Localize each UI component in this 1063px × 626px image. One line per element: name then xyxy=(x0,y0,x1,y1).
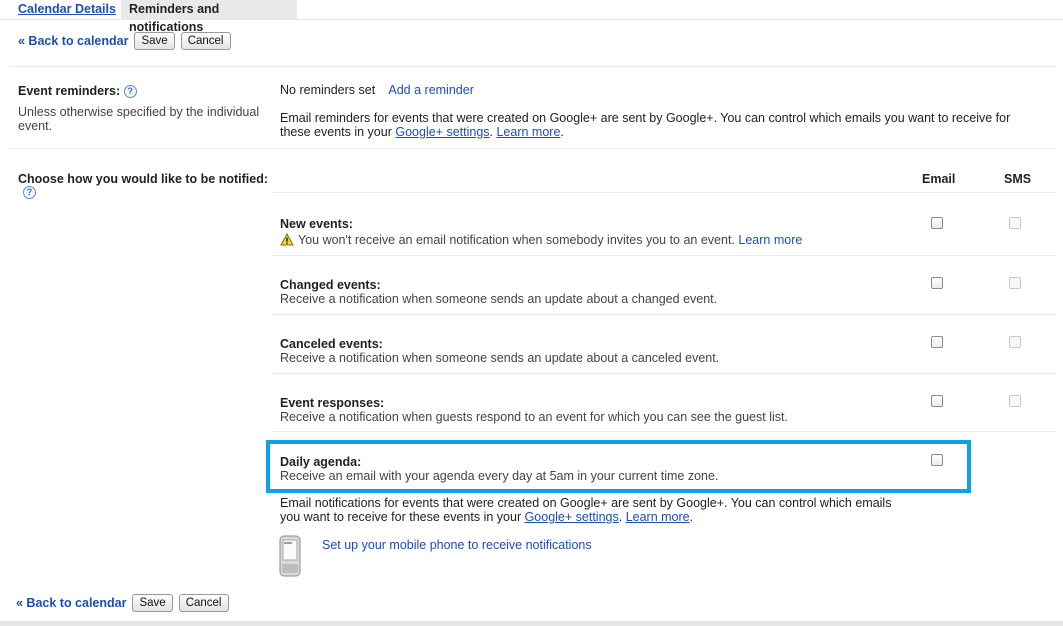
divider xyxy=(272,255,1056,256)
daily-agenda-title: Daily agenda: xyxy=(280,455,362,469)
learn-more-link[interactable]: Learn more xyxy=(626,510,690,524)
note-text: . xyxy=(560,125,564,139)
setup-mobile-link[interactable]: Set up your mobile phone to receive noti… xyxy=(322,538,592,552)
tab-bar: Calendar Details Reminders and notificat… xyxy=(0,0,1063,34)
event-responses-email-checkbox[interactable] xyxy=(931,395,943,407)
event-reminders-label: Event reminders: xyxy=(18,84,121,98)
notifications-googleplus-note: Email notifications for events that were… xyxy=(280,496,891,524)
note-text: Email reminders for events that were cre… xyxy=(280,111,1011,139)
new-events-sms-checkbox[interactable] xyxy=(1009,217,1021,229)
changed-events-description: Receive a notification when someone send… xyxy=(280,292,718,306)
note-line-2: you want to receive for these events in … xyxy=(280,510,694,524)
event-responses-title: Event responses: xyxy=(280,396,385,410)
email-column-header: Email xyxy=(922,172,956,186)
changed-events-title: Changed events: xyxy=(280,278,381,292)
description-text: You won't receive an email notification … xyxy=(298,233,735,247)
daily-agenda-highlight xyxy=(266,440,971,493)
warning-icon xyxy=(280,233,294,246)
event-reminders-label-group: Event reminders: ? xyxy=(18,84,137,99)
canceled-events-description: Receive a notification when someone send… xyxy=(280,351,720,365)
daily-agenda-email-checkbox[interactable] xyxy=(931,454,943,466)
divider xyxy=(10,66,1056,67)
note-text: you want to receive for these events in … xyxy=(280,510,525,524)
divider xyxy=(10,148,1056,149)
sms-column-header: SMS xyxy=(1004,172,1032,186)
new-events-title: New events: xyxy=(280,217,353,231)
mobile-phone-icon xyxy=(279,535,301,577)
tab-calendar-details[interactable]: Calendar Details xyxy=(18,0,116,20)
note-text: Email notifications for events that were… xyxy=(280,496,892,510)
save-button[interactable]: Save xyxy=(132,594,173,612)
tab-reminders-notifications[interactable]: Reminders and notifications xyxy=(121,0,297,34)
back-to-calendar-link[interactable]: « Back to calendar xyxy=(18,34,128,48)
event-responses-description: Receive a notification when guests respo… xyxy=(280,410,788,424)
canceled-events-sms-checkbox[interactable] xyxy=(1009,336,1021,348)
no-reminders-text: No reminders set xyxy=(280,83,376,97)
bottom-strip xyxy=(0,621,1063,626)
divider xyxy=(272,314,1056,315)
save-button[interactable]: Save xyxy=(134,32,175,50)
add-reminder-link[interactable]: Add a reminder xyxy=(388,83,473,97)
bottom-action-bar: « Back to calendar Save Cancel xyxy=(16,594,235,612)
divider xyxy=(272,192,1056,193)
help-icon[interactable]: ? xyxy=(23,186,36,199)
learn-more-link[interactable]: Learn more xyxy=(496,125,560,139)
back-to-calendar-link[interactable]: « Back to calendar xyxy=(16,596,126,610)
divider xyxy=(272,431,1056,432)
canceled-events-email-checkbox[interactable] xyxy=(931,336,943,348)
new-events-description: You won't receive an email notification … xyxy=(280,233,802,247)
googleplus-settings-link[interactable]: Google+ settings xyxy=(395,125,489,139)
reminders-status-row: No reminders set Add a reminder xyxy=(280,83,474,97)
help-icon[interactable]: ? xyxy=(123,85,137,99)
changed-events-email-checkbox[interactable] xyxy=(931,277,943,289)
cancel-button[interactable]: Cancel xyxy=(180,32,231,50)
learn-more-link[interactable]: Learn more xyxy=(738,233,802,247)
canceled-events-title: Canceled events: xyxy=(280,337,383,351)
changed-events-sms-checkbox[interactable] xyxy=(1009,277,1021,289)
top-action-bar: « Back to calendar Save Cancel xyxy=(18,32,237,50)
divider xyxy=(272,373,1056,374)
event-reminders-description: Unless otherwise specified by the indivi… xyxy=(18,105,260,133)
daily-agenda-description: Receive an email with your agenda every … xyxy=(280,469,719,483)
cancel-button[interactable]: Cancel xyxy=(178,594,229,612)
reminders-googleplus-note: Email reminders for events that were cre… xyxy=(280,111,1040,139)
notify-label: Choose how you would like to be notified… xyxy=(18,172,268,186)
googleplus-settings-link[interactable]: Google+ settings xyxy=(525,510,619,524)
new-events-email-checkbox[interactable] xyxy=(931,217,943,229)
event-responses-sms-checkbox[interactable] xyxy=(1009,395,1021,407)
